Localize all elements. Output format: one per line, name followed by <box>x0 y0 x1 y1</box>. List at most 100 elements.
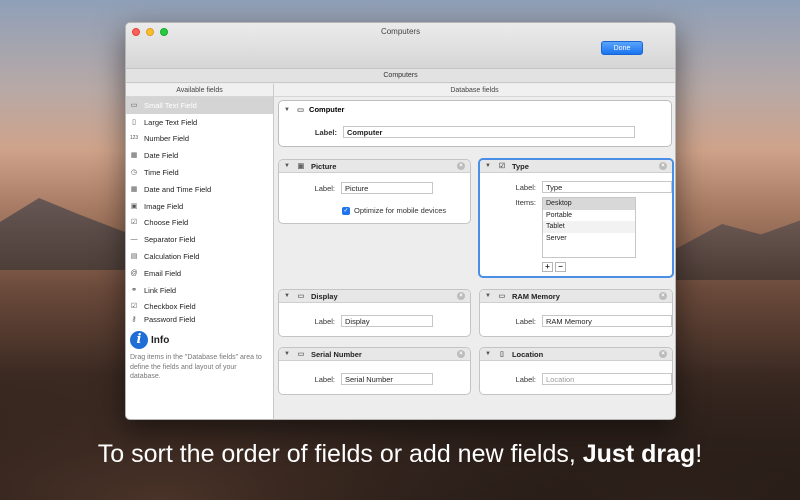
database-fields-pane: Database fields ▼ ▭ Computer Label: Comp… <box>274 84 675 419</box>
text-field-icon: ▭ <box>498 293 506 300</box>
card-title: Computer <box>309 105 345 114</box>
label-input[interactable]: Type <box>542 181 672 193</box>
text-field-icon: ▭ <box>297 351 305 358</box>
field-item-label: Number Field <box>144 134 190 144</box>
field-label-caption: Label: <box>314 316 335 326</box>
checklist-icon: ☑ <box>130 219 138 227</box>
field-item-choose[interactable]: ☑ Choose Field <box>126 215 273 232</box>
field-item-image[interactable]: ▣ Image Field <box>126 198 273 215</box>
app-window: Computers Done Computers Available field… <box>125 22 676 420</box>
optimize-checkbox[interactable]: ✓ <box>342 206 350 215</box>
close-icon[interactable]: × <box>659 292 667 300</box>
document-icon: ▯ <box>132 118 136 126</box>
field-item-link[interactable]: ⚭ Link Field <box>126 282 273 299</box>
card-title: Serial Number <box>310 349 362 359</box>
disclosure-triangle-icon[interactable]: ▼ <box>284 163 290 169</box>
caption-bold: Just drag <box>582 440 696 468</box>
field-label-caption: Label: <box>314 127 337 137</box>
field-item-date-time[interactable]: ▦ Date and Time Field <box>126 181 273 198</box>
disclosure-triangle-icon[interactable]: ▼ <box>485 351 491 357</box>
disclosure-triangle-icon[interactable]: ▼ <box>284 293 290 299</box>
field-item-label: Choose Field <box>144 218 189 228</box>
items-list[interactable]: Desktop Portable Tablet Server <box>542 197 636 258</box>
close-icon[interactable]: × <box>457 292 465 300</box>
separator-icon: — <box>130 236 138 244</box>
label-input[interactable]: Location <box>542 373 672 385</box>
field-item-small-text[interactable]: ▭ Small Text Field <box>126 97 273 114</box>
disclosure-triangle-icon[interactable]: ▼ <box>284 351 290 357</box>
checkbox-label: Optimize for mobile devices <box>354 206 447 215</box>
field-card-picture[interactable]: ▼ ▣ Picture × Label: Picture ✓ Optimize … <box>278 159 471 224</box>
field-item-time[interactable]: ◷ Time Field <box>126 164 273 181</box>
field-item-email[interactable]: @ Email Field <box>126 265 273 282</box>
list-item[interactable]: Desktop <box>543 198 635 210</box>
field-card-location[interactable]: ▼ ▯ Location × Label: Location <box>479 347 673 395</box>
key-icon: ⚷ <box>131 316 137 324</box>
field-item-label: Time Field <box>144 168 179 178</box>
field-item-large-text[interactable]: ▯ Large Text Field <box>126 114 273 131</box>
info-icon: i <box>130 331 148 349</box>
checklist-icon: ☑ <box>498 163 506 170</box>
list-item[interactable]: Tablet <box>543 221 635 233</box>
field-card-type[interactable]: ▼ ☑ Type × Label: Type Items: Desktop Po… <box>478 158 674 278</box>
label-input[interactable]: Picture <box>341 182 433 194</box>
card-title: Picture <box>310 161 337 171</box>
field-item-date[interactable]: ▦ Date Field <box>126 147 273 164</box>
info-text: Drag items in the "Database fields" area… <box>130 354 262 380</box>
label-input[interactable]: Display <box>341 315 433 327</box>
calendar-clock-icon: ▦ <box>130 185 138 193</box>
field-item-label: Large Text Field <box>144 117 198 127</box>
disclosure-triangle-icon[interactable]: ▼ <box>485 163 491 169</box>
field-item-label: Separator Field <box>144 235 196 245</box>
card-title: Display <box>310 291 338 301</box>
field-card-ram-memory[interactable]: ▼ ▭ RAM Memory × Label: RAM Memory <box>479 289 673 337</box>
field-item-label: Image Field <box>144 201 184 211</box>
text-field-icon: ▭ <box>297 293 305 300</box>
list-item[interactable]: Portable <box>543 210 635 222</box>
field-label-caption: Label: <box>314 374 335 384</box>
items-caption: Items: <box>515 198 536 207</box>
field-item-label: Password Field <box>144 315 196 324</box>
label-input[interactable]: RAM Memory <box>542 315 672 327</box>
close-icon[interactable]: × <box>659 350 667 358</box>
disclosure-triangle-icon[interactable]: ▼ <box>485 293 491 299</box>
text-field-icon: ▭ <box>296 105 305 114</box>
card-title: Location <box>511 349 544 359</box>
field-card-display[interactable]: ▼ ▭ Display × Label: Display <box>278 289 471 337</box>
field-item-password[interactable]: ⚷ Password Field <box>126 315 273 323</box>
field-item-label: Checkbox Field <box>144 302 196 312</box>
field-item-calculation[interactable]: ▤ Calculation Field <box>126 248 273 265</box>
field-card-serial-number[interactable]: ▼ ▭ Serial Number × Label: Serial Number <box>278 347 471 395</box>
close-icon[interactable]: × <box>457 350 465 358</box>
calendar-icon: ▦ <box>130 152 138 160</box>
field-item-number[interactable]: 123 Number Field <box>126 131 273 148</box>
done-button[interactable]: Done <box>601 41 643 55</box>
available-fields-pane: Available fields ▭ Small Text Field ▯ Larg… <box>126 84 274 419</box>
close-icon[interactable]: × <box>659 162 667 170</box>
add-item-button[interactable]: + <box>542 262 553 272</box>
window-title: Computers <box>380 27 421 36</box>
field-item-label: Date Field <box>144 151 179 161</box>
field-card-computer[interactable]: ▼ ▭ Computer Label: Computer <box>278 100 672 147</box>
content-area: Available fields ▭ Small Text Field ▯ Larg… <box>126 84 675 419</box>
card-title: Type <box>511 161 529 171</box>
number-icon: 123 <box>129 135 139 142</box>
label-input[interactable]: Computer <box>343 126 635 138</box>
field-item-separator[interactable]: — Separator Field <box>126 231 273 248</box>
label-input[interactable]: Serial Number <box>341 373 433 385</box>
field-item-label: Link Field <box>144 285 177 295</box>
field-item-checkbox[interactable]: ☑ Checkbox Field <box>126 299 273 316</box>
field-item-label: Date and Time Field <box>144 184 212 194</box>
at-icon: @ <box>130 269 138 277</box>
list-item[interactable]: Server <box>543 233 635 245</box>
text-field-icon: ▭ <box>130 101 138 109</box>
remove-item-button[interactable]: − <box>555 262 566 272</box>
disclosure-triangle-icon[interactable]: ▼ <box>284 107 290 113</box>
available-fields-header: Available fields <box>126 84 273 97</box>
caption-end: ! <box>695 440 703 468</box>
card-title: RAM Memory <box>511 291 560 301</box>
field-item-label: Email Field <box>144 268 182 278</box>
field-item-label: Calculation Field <box>144 252 200 262</box>
image-icon: ▣ <box>297 163 305 170</box>
close-icon[interactable]: × <box>457 162 465 170</box>
